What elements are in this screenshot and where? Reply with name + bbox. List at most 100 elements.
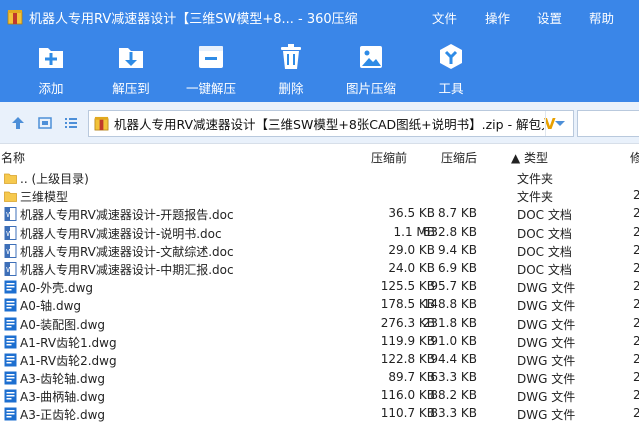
file-name: A0-轴.dwg: [20, 299, 82, 314]
file-modified: 2: [633, 351, 639, 366]
list-item[interactable]: 三维模型 文件夹 2: [0, 187, 639, 205]
list-item[interactable]: A3-正齿轮.dwg 110.7 KB 83.3 KB DWG 文件 2: [0, 405, 639, 422]
menu-operation[interactable]: 操作: [485, 0, 510, 34]
file-modified: 2: [633, 388, 639, 403]
file-type: DWG 文件: [517, 408, 576, 422]
archive-icon: [7, 9, 23, 25]
list-item[interactable]: A0-外壳.dwg 125.5 KB 95.7 KB DWG 文件 2: [0, 278, 639, 296]
file-size: 116.0 KB: [380, 388, 435, 403]
dwg-icon: [4, 317, 17, 331]
up-arrow-icon[interactable]: [10, 115, 26, 131]
file-modified: 2: [633, 297, 639, 312]
file-packed-size: 148.8 KB: [422, 297, 477, 312]
column-modified[interactable]: 修: [630, 149, 639, 166]
file-packed-size: 63.3 KB: [430, 370, 477, 385]
list-item[interactable]: W 机器人专用RV减速器设计-开题报告.doc 36.5 KB 8.7 KB D…: [0, 205, 639, 223]
dwg-icon: [4, 298, 17, 312]
file-name: A0-装配图.dwg: [20, 317, 106, 332]
dwg-icon: [4, 335, 17, 349]
file-name: 机器人专用RV减速器设计-中期汇报.doc: [20, 262, 234, 277]
menu-file[interactable]: 文件: [432, 0, 457, 34]
file-size: 125.5 KB: [380, 279, 435, 294]
file-modified: 2: [633, 333, 639, 348]
path-dropdown-button[interactable]: [545, 111, 573, 136]
file-type: DWG 文件: [517, 317, 576, 332]
file-modified: 2: [633, 188, 639, 203]
svg-text:W: W: [6, 211, 13, 219]
file-name: .. (上级目录): [20, 172, 89, 186]
list-item[interactable]: A3-曲柄轴.dwg 116.0 KB 88.2 KB DWG 文件 2: [0, 387, 639, 405]
list-view-icon[interactable]: [63, 115, 79, 131]
file-name: A3-齿轮轴.dwg: [20, 372, 106, 387]
list-item[interactable]: A1-RV齿轮1.dwg 119.9 KB 91.0 KB DWG 文件 2: [0, 333, 639, 351]
delete-button[interactable]: 删除: [256, 34, 326, 102]
file-modified: 2: [633, 315, 639, 330]
thumbnail-view-icon[interactable]: [37, 115, 53, 131]
image-compress-button[interactable]: 图片压缩: [336, 34, 406, 102]
file-packed-size: 95.7 KB: [430, 279, 477, 294]
file-type: DOC 文档: [517, 244, 572, 259]
file-packed-size: 88.2 KB: [430, 388, 477, 403]
file-name: A3-曲柄轴.dwg: [20, 390, 106, 405]
list-item[interactable]: A0-装配图.dwg 276.3 KB 231.8 KB DWG 文件 2: [0, 315, 639, 333]
dwg-icon: [4, 280, 17, 294]
dwg-icon: [4, 353, 17, 367]
file-modified: 2: [633, 260, 639, 275]
tools-button[interactable]: 工具: [416, 34, 486, 102]
list-item[interactable]: A0-轴.dwg 178.5 KB 148.8 KB DWG 文件 2: [0, 296, 639, 314]
file-name: A1-RV齿轮2.dwg: [20, 353, 117, 368]
one-click-extract-icon: [194, 40, 228, 74]
dwg-icon: [4, 371, 17, 385]
svg-text:W: W: [6, 230, 13, 238]
dwg-icon: [4, 389, 17, 403]
list-item[interactable]: W 机器人专用RV减速器设计-文献综述.doc 29.0 KB 9.4 KB D…: [0, 242, 639, 260]
file-type: DWG 文件: [517, 372, 576, 387]
list-item[interactable]: A3-齿轮轴.dwg 89.7 KB 63.3 KB DWG 文件 2: [0, 369, 639, 387]
list-item[interactable]: .. (上级目录) 文件夹: [0, 169, 639, 187]
file-packed-size: 9.4 KB: [438, 242, 477, 257]
column-header: 名称 压缩前 压缩后 ▲ 类型 修: [0, 145, 639, 167]
column-packed[interactable]: 压缩后: [441, 149, 477, 166]
file-size: 110.7 KB: [380, 406, 435, 421]
file-name: 机器人专用RV减速器设计-开题报告.doc: [20, 208, 234, 223]
file-name: A1-RV齿轮1.dwg: [20, 335, 117, 350]
file-size: 122.8 KB: [380, 351, 435, 366]
one-click-extract-button[interactable]: 一键解压: [176, 34, 246, 102]
file-name: A3-正齿轮.dwg: [20, 408, 106, 422]
file-modified: 2: [633, 206, 639, 221]
file-packed-size: 91.0 KB: [430, 333, 477, 348]
folder-icon: [4, 189, 17, 203]
list-item[interactable]: W 机器人专用RV减速器设计-中期汇报.doc 24.0 KB 6.9 KB D…: [0, 260, 639, 278]
search-input[interactable]: [577, 110, 639, 137]
list-item[interactable]: W 机器人专用RV减速器设计-说明书.doc 1.1 MB 632.8 KB D…: [0, 224, 639, 242]
svg-text:W: W: [6, 248, 13, 256]
file-modified: 2: [633, 406, 639, 421]
file-modified: 2: [633, 279, 639, 294]
file-type: 文件夹: [517, 172, 554, 186]
tools-label: 工具: [438, 81, 464, 96]
extract-to-button[interactable]: 解压到: [96, 34, 166, 102]
menu-help[interactable]: 帮助: [589, 0, 614, 34]
extract-to-icon: [114, 40, 148, 74]
menu-settings[interactable]: 设置: [537, 0, 562, 34]
one-click-extract-label: 一键解压: [185, 81, 236, 96]
file-type: DWG 文件: [517, 335, 576, 350]
path-field[interactable]: 机器人专用RV减速器设计【三维SW模型+8张CAD图纸+说明书】.zip - 解…: [88, 110, 574, 137]
file-type: DWG 文件: [517, 353, 576, 368]
file-name: 机器人专用RV减速器设计-说明书.doc: [20, 226, 222, 241]
column-type[interactable]: ▲ 类型: [511, 149, 548, 166]
file-packed-size: 83.3 KB: [430, 406, 477, 421]
add-button[interactable]: 添加: [16, 34, 86, 102]
tools-icon: [434, 40, 468, 74]
address-bar: 机器人专用RV减速器设计【三维SW模型+8张CAD图纸+说明书】.zip - 解…: [0, 102, 639, 144]
file-type: 文件夹: [517, 190, 554, 205]
delete-label: 删除: [278, 81, 304, 96]
extract-to-label: 解压到: [112, 81, 150, 96]
list-item[interactable]: A1-RV齿轮2.dwg 122.8 KB 94.4 KB DWG 文件 2: [0, 351, 639, 369]
column-size[interactable]: 压缩前: [371, 149, 407, 166]
image-compress-label: 图片压缩: [345, 81, 396, 96]
file-name: 机器人专用RV减速器设计-文献综述.doc: [20, 244, 234, 259]
title-bar: 机器人专用RV减速器设计【三维SW模型+8... - 360压缩 文件 操作 设…: [0, 0, 639, 34]
dwg-icon: [4, 407, 17, 421]
column-name[interactable]: 名称: [1, 149, 25, 166]
